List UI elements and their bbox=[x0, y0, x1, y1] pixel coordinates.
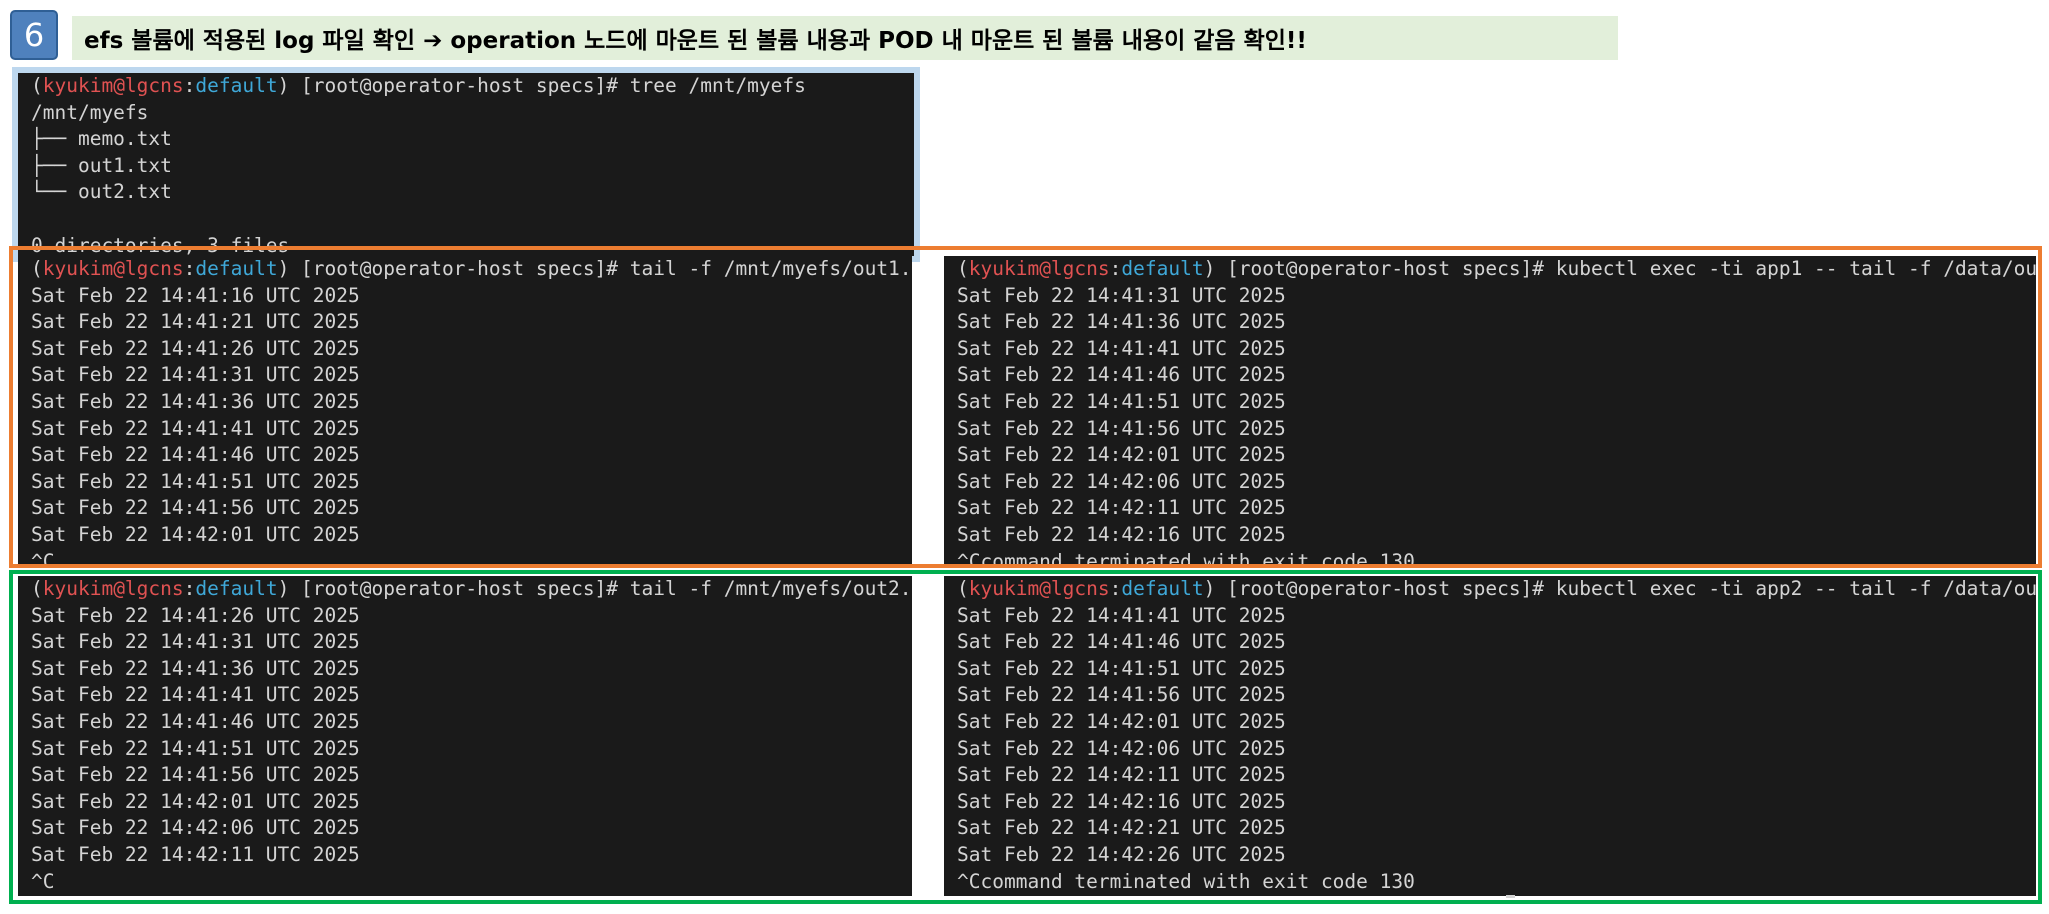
output-line: └── out2.txt bbox=[31, 180, 172, 204]
prompt-open: ( bbox=[31, 74, 43, 97]
output-line: ├── memo.txt bbox=[31, 127, 172, 151]
prompt-user: kyukim@lgcns bbox=[42, 74, 184, 97]
header-banner: efs 볼륨에 적용된 log 파일 확인 ➔ operation 노드에 마운… bbox=[72, 16, 1618, 60]
command-text: tree /mnt/myefs bbox=[629, 74, 806, 97]
terminal-tree[interactable]: (kyukim@lgcns:default) [root@operator-ho… bbox=[18, 73, 914, 256]
out1-comparison-highlight bbox=[9, 246, 2042, 568]
output-line: /mnt/myefs bbox=[31, 100, 149, 124]
prompt-host: ) [root@operator-host specs]# bbox=[277, 74, 630, 97]
output-line: ├── out1.txt bbox=[31, 153, 172, 177]
prompt-separator: : bbox=[183, 74, 196, 97]
prompt-line: (kyukim@lgcns:default) [root@operator-ho… bbox=[31, 73, 914, 100]
out2-comparison-highlight bbox=[9, 570, 2042, 904]
step-number-badge: 6 bbox=[10, 10, 58, 60]
prompt-context: default bbox=[195, 74, 278, 97]
